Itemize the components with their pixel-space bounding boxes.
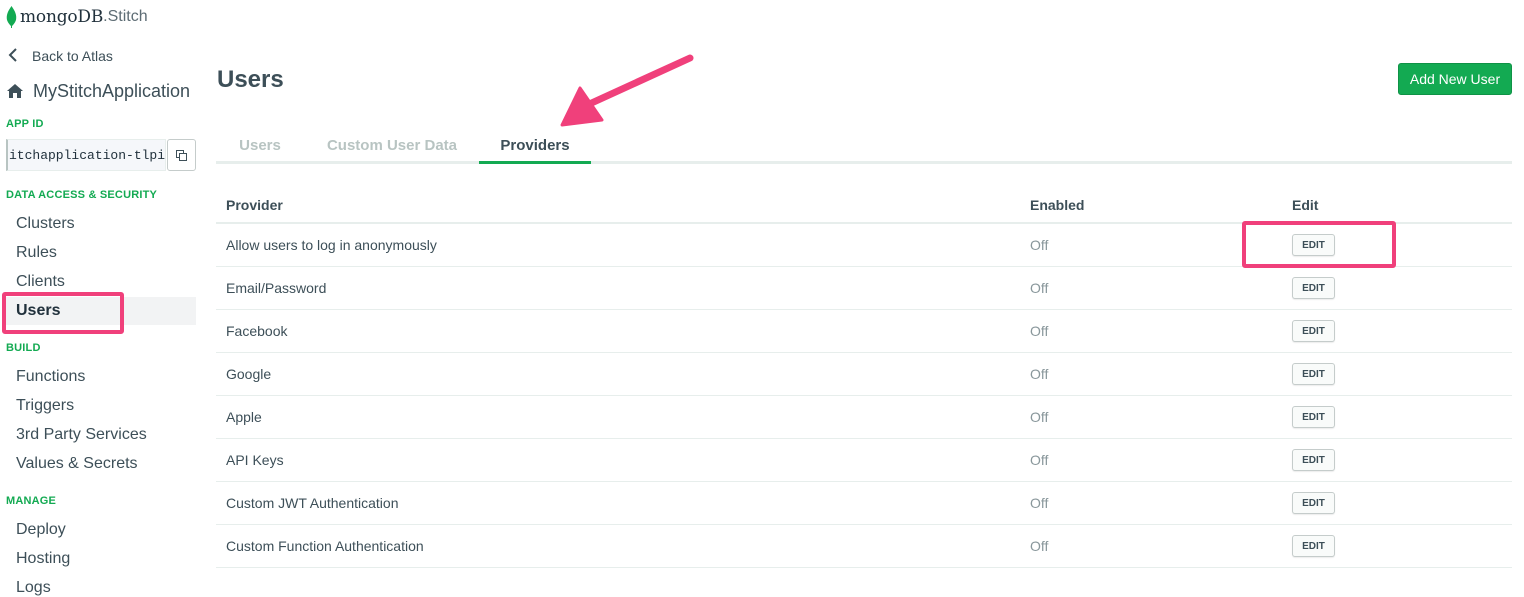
provider-enabled-status: Off (1030, 538, 1049, 554)
provider-enabled-status: Off (1030, 237, 1049, 253)
provider-enabled-status: Off (1030, 280, 1049, 296)
sidebar-item-3rd-party-services[interactable]: 3rd Party Services (16, 423, 147, 447)
page-title: Users (217, 66, 284, 93)
provider-name: Custom Function Authentication (226, 538, 424, 554)
table-row: Apple Off EDIT (216, 396, 1512, 439)
provider-name: Google (226, 366, 272, 382)
provider-name: Email/Password (226, 280, 327, 296)
tab-bar: Users Custom User Data Providers (216, 130, 1512, 164)
back-to-atlas-link[interactable]: Back to Atlas (8, 46, 113, 66)
logo-brand: mongoDB (20, 7, 104, 27)
header-enabled: Enabled (1030, 197, 1085, 213)
mongodb-stitch-logo[interactable]: mongoDB. Stitch (6, 4, 148, 30)
edit-provider-button[interactable]: EDIT (1292, 320, 1335, 342)
sidebar-item-deploy[interactable]: Deploy (16, 518, 66, 542)
sidebar-item-hosting[interactable]: Hosting (16, 547, 70, 571)
annotation-highlight-users (2, 292, 124, 334)
tab-custom-user-data[interactable]: Custom User Data (316, 130, 468, 164)
provider-name: API Keys (226, 452, 284, 468)
sidebar-item-logs[interactable]: Logs (16, 576, 51, 597)
sidebar-item-functions[interactable]: Functions (16, 365, 85, 389)
copy-app-id-button[interactable] (167, 139, 196, 171)
app-id-label: APP ID (6, 118, 44, 130)
provider-name: Allow users to log in anonymously (226, 237, 437, 253)
app-id-value: itchapplication-tlpid (9, 147, 166, 163)
edit-provider-button[interactable]: EDIT (1292, 277, 1335, 299)
app-name-row[interactable]: MyStitchApplication (7, 80, 190, 102)
app-id-field[interactable]: itchapplication-tlpid (6, 139, 166, 171)
header-edit: Edit (1292, 197, 1319, 213)
provider-enabled-status: Off (1030, 366, 1049, 382)
annotation-arrow (560, 54, 694, 127)
table-row: Custom JWT Authentication Off EDIT (216, 482, 1512, 525)
provider-enabled-status: Off (1030, 495, 1049, 511)
leaf-logo-icon (6, 6, 17, 28)
annotation-highlight-edit (1242, 221, 1396, 268)
add-new-user-button[interactable]: Add New User (1398, 63, 1512, 95)
provider-name: Facebook (226, 323, 288, 339)
edit-provider-button[interactable]: EDIT (1292, 449, 1335, 471)
table-body: Allow users to log in anonymously Off EDIT… (216, 224, 1512, 568)
table-row: Facebook Off EDIT (216, 310, 1512, 353)
table-row: Google Off EDIT (216, 353, 1512, 396)
sidebar-item-values-secrets[interactable]: Values & Secrets (16, 452, 138, 476)
logo-suffix: Stitch (107, 8, 148, 25)
edit-provider-button[interactable]: EDIT (1292, 492, 1335, 514)
section-build: BUILD (6, 342, 41, 354)
edit-provider-button[interactable]: EDIT (1292, 363, 1335, 385)
copy-icon (176, 149, 187, 161)
table-row: Email/Password Off EDIT (216, 267, 1512, 310)
edit-provider-button[interactable]: EDIT (1292, 535, 1335, 557)
provider-enabled-status: Off (1030, 452, 1049, 468)
provider-enabled-status: Off (1030, 323, 1049, 339)
chevron-left-icon (8, 47, 26, 65)
sidebar-item-rules[interactable]: Rules (16, 241, 57, 265)
tab-users[interactable]: Users (216, 130, 304, 164)
sidebar-item-clusters[interactable]: Clusters (16, 212, 75, 236)
sidebar-item-triggers[interactable]: Triggers (16, 394, 74, 418)
back-to-atlas-label: Back to Atlas (32, 48, 113, 64)
provider-name: Apple (226, 409, 262, 425)
sidebar-item-clients[interactable]: Clients (16, 270, 65, 294)
sidebar: mongoDB. Stitch Back to Atlas MyStitchApp… (0, 0, 200, 597)
header-provider: Provider (226, 197, 283, 213)
provider-enabled-status: Off (1030, 409, 1049, 425)
app-name: MyStitchApplication (33, 80, 191, 101)
table-row: Custom Function Authentication Off EDIT (216, 525, 1512, 568)
edit-provider-button[interactable]: EDIT (1292, 406, 1335, 428)
home-icon (7, 84, 23, 98)
provider-name: Custom JWT Authentication (226, 495, 399, 511)
section-manage: MANAGE (6, 495, 57, 507)
table-header: Provider Enabled Edit (216, 184, 1512, 224)
table-row: API Keys Off EDIT (216, 439, 1512, 482)
section-data-access-security: DATA ACCESS & SECURITY (6, 189, 158, 201)
